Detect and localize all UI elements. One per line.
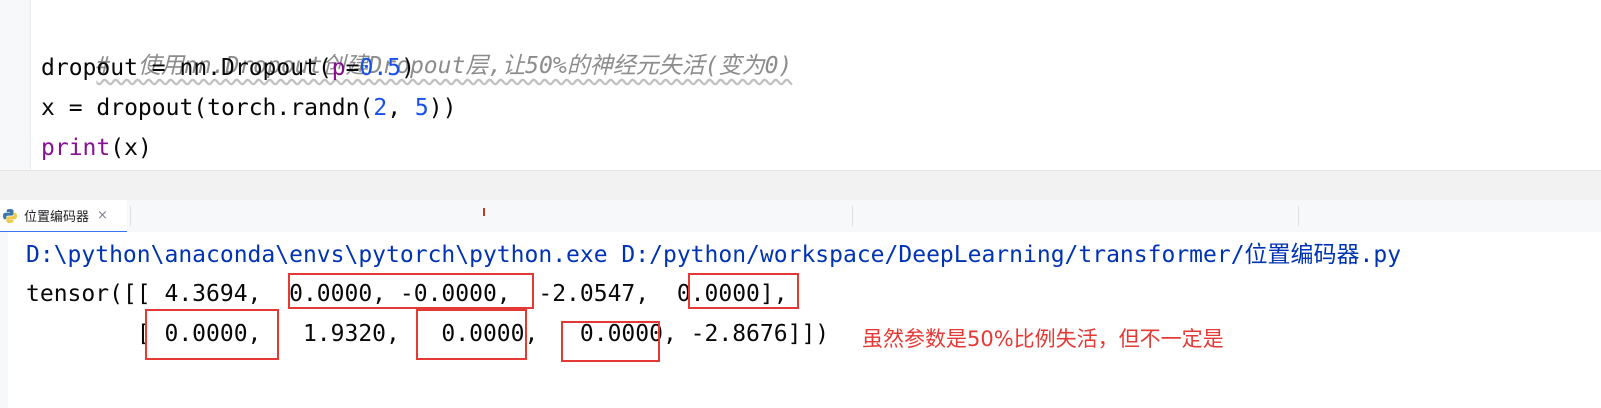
code-number: 2 — [373, 95, 388, 121]
highlight-box — [688, 273, 799, 309]
code-token: dropout = nn.Dropout( — [41, 55, 332, 81]
highlight-box — [288, 273, 534, 309]
tab-marker — [483, 208, 485, 216]
close-icon[interactable]: × — [97, 208, 108, 223]
code-builtin: print — [41, 135, 111, 161]
highlight-box — [145, 309, 279, 360]
code-line-3[interactable]: x = dropout(torch.randn(2, 5)) — [41, 89, 456, 127]
tab-divider — [852, 206, 853, 226]
highlight-box — [416, 309, 527, 360]
run-tab-label: 位置编码器 — [24, 210, 90, 225]
code-number: 0.5 — [359, 55, 402, 81]
tab-divider — [130, 206, 131, 226]
python-icon — [2, 208, 18, 224]
code-token: x = dropout(torch.randn( — [41, 95, 374, 121]
code-token: = — [345, 55, 360, 81]
code-token: (x) — [110, 135, 152, 161]
code-line-2[interactable]: dropout = nn.Dropout(p=0.5) — [41, 49, 415, 87]
tab-divider — [1298, 206, 1299, 226]
editor-gutter — [0, 0, 31, 170]
code-token: , — [387, 95, 415, 121]
code-number: 5 — [414, 95, 429, 121]
highlight-box — [561, 321, 660, 362]
console-gutter — [0, 232, 8, 408]
code-param: p — [331, 55, 346, 81]
console-command-line[interactable]: D:\python\anaconda\envs\pytorch\python.e… — [26, 235, 1401, 275]
run-console[interactable]: D:\python\anaconda\envs\pytorch\python.e… — [0, 232, 1601, 408]
code-token: )) — [428, 95, 457, 121]
code-editor[interactable]: # 使用nn.Dropout创建Dropout层,让50%的神经元失活(变为0)… — [0, 0, 1601, 170]
run-tab[interactable]: 位置编码器 × — [0, 200, 127, 233]
code-line-1[interactable]: # 使用nn.Dropout创建Dropout层,让50%的神经元失活(变为0) — [41, 9, 792, 79]
run-tool-window-tabbar: 位置编码器 × — [0, 200, 1601, 233]
code-token: ) — [401, 55, 415, 81]
code-line-4[interactable]: print(x) — [41, 129, 152, 167]
annotation-note: 虽然参数是50%比例失活，但不一定是 — [862, 327, 1224, 351]
panel-splitter[interactable] — [0, 170, 1601, 201]
